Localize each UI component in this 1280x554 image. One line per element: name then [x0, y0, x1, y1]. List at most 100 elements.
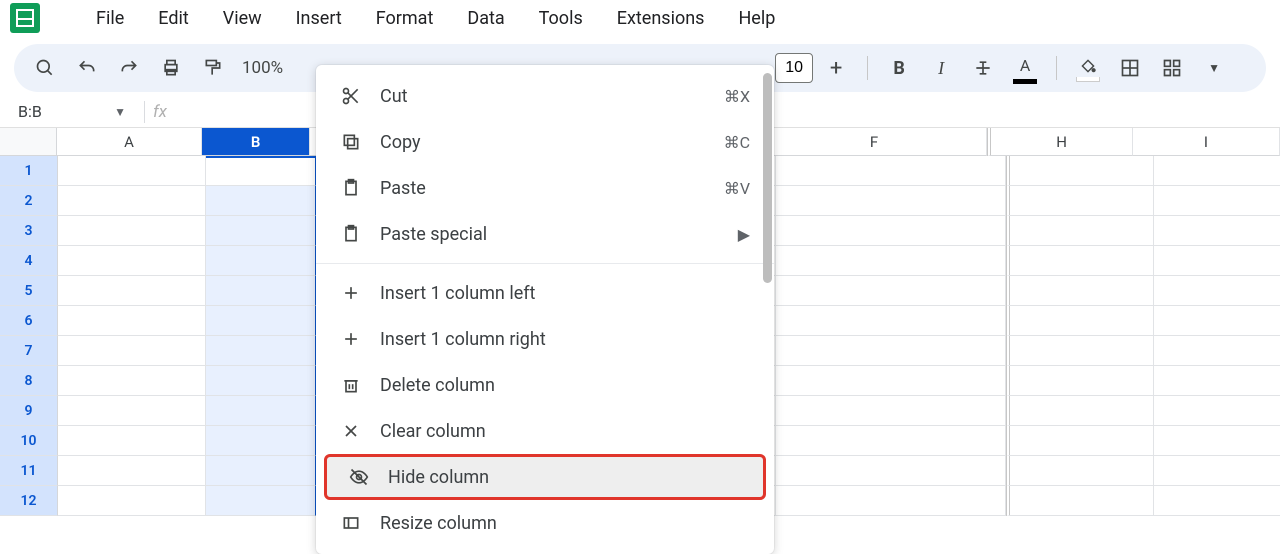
bold-button[interactable]: B [882, 51, 916, 85]
cell[interactable] [1006, 396, 1154, 426]
fontsize-increase-button[interactable]: + [819, 51, 853, 85]
cell[interactable] [1006, 306, 1154, 336]
menu-data[interactable]: Data [451, 0, 520, 37]
cell[interactable] [206, 366, 316, 396]
cell[interactable] [206, 276, 316, 306]
cell[interactable] [58, 366, 206, 396]
cell[interactable] [776, 426, 1006, 456]
ctx-paste[interactable]: Paste⌘V [316, 165, 774, 211]
cell[interactable] [1154, 366, 1280, 396]
cell[interactable] [1154, 486, 1280, 516]
cell[interactable] [776, 456, 1006, 486]
paint-format-icon[interactable] [196, 51, 230, 85]
more-dropdown-icon[interactable]: ▼ [1197, 51, 1231, 85]
text-color-button[interactable]: A [1008, 51, 1042, 85]
cell[interactable] [58, 306, 206, 336]
cell[interactable] [1154, 186, 1280, 216]
row-header[interactable]: 5 [0, 276, 58, 306]
cell[interactable] [1006, 426, 1154, 456]
zoom-select[interactable]: 100% [238, 58, 287, 78]
ctx-copy[interactable]: Copy⌘C [316, 119, 774, 165]
cell[interactable] [58, 486, 206, 516]
cell[interactable] [776, 246, 1006, 276]
undo-icon[interactable] [70, 51, 104, 85]
cell[interactable] [58, 336, 206, 366]
cell[interactable] [58, 156, 206, 186]
cell[interactable] [206, 396, 316, 426]
row-header[interactable]: 10 [0, 426, 58, 456]
cell[interactable] [1154, 336, 1280, 366]
row-header[interactable]: 9 [0, 396, 58, 426]
cell[interactable] [1006, 186, 1154, 216]
cell[interactable] [1154, 426, 1280, 456]
cell[interactable] [776, 486, 1006, 516]
row-header[interactable]: 7 [0, 336, 58, 366]
cell[interactable] [776, 156, 1006, 186]
row-header[interactable]: 11 [0, 456, 58, 486]
row-header[interactable]: 8 [0, 366, 58, 396]
cell[interactable] [1006, 366, 1154, 396]
cell[interactable] [1006, 336, 1154, 366]
fontsize-input[interactable] [775, 53, 813, 83]
cell[interactable] [206, 306, 316, 336]
row-header[interactable]: 1 [0, 156, 58, 186]
italic-button[interactable]: I [924, 51, 958, 85]
name-box[interactable]: B:B ▼ [8, 102, 136, 121]
row-header[interactable]: 3 [0, 216, 58, 246]
cell[interactable] [58, 456, 206, 486]
row-header[interactable]: 6 [0, 306, 58, 336]
cell[interactable] [776, 366, 1006, 396]
cell[interactable] [1154, 246, 1280, 276]
ctx-resize-col[interactable]: Resize column [316, 500, 774, 546]
cell[interactable] [58, 396, 206, 426]
column-header-b[interactable]: B [202, 128, 310, 156]
menu-extensions[interactable]: Extensions [601, 0, 721, 37]
ctx-insert-left[interactable]: Insert 1 column left [316, 270, 774, 316]
cell[interactable] [776, 276, 1006, 306]
ctx-insert-right[interactable]: Insert 1 column right [316, 316, 774, 362]
cell[interactable] [776, 396, 1006, 426]
column-header-f[interactable]: F [762, 128, 988, 156]
ctx-cut[interactable]: Cut⌘X [316, 73, 774, 119]
cell[interactable] [206, 426, 316, 456]
strikethrough-button[interactable] [966, 51, 1000, 85]
cell[interactable] [1154, 276, 1280, 306]
row-header[interactable]: 12 [0, 486, 58, 516]
cell[interactable] [1154, 396, 1280, 426]
cell[interactable] [58, 246, 206, 276]
cell[interactable] [1006, 486, 1154, 516]
cell[interactable] [206, 336, 316, 366]
cell[interactable] [206, 246, 316, 276]
cell[interactable] [206, 486, 316, 516]
row-header[interactable]: 4 [0, 246, 58, 276]
cell[interactable] [1006, 216, 1154, 246]
menu-insert[interactable]: Insert [280, 0, 358, 37]
menu-file[interactable]: File [80, 0, 140, 37]
cell[interactable] [1006, 246, 1154, 276]
cell[interactable] [1006, 456, 1154, 486]
cell[interactable] [58, 276, 206, 306]
search-icon[interactable] [28, 51, 62, 85]
cell[interactable] [58, 216, 206, 246]
cell[interactable] [1154, 306, 1280, 336]
cell[interactable] [1006, 156, 1154, 186]
cell[interactable] [206, 186, 316, 216]
cell[interactable] [1154, 456, 1280, 486]
borders-button[interactable] [1113, 51, 1147, 85]
column-header-i[interactable]: I [1133, 128, 1280, 156]
cell[interactable] [58, 426, 206, 456]
menu-format[interactable]: Format [360, 0, 450, 37]
cell[interactable] [206, 216, 316, 246]
cell[interactable] [776, 186, 1006, 216]
fill-color-button[interactable] [1071, 51, 1105, 85]
select-all-corner[interactable] [0, 128, 57, 156]
ctx-paste-special[interactable]: Paste special▶ [316, 211, 774, 257]
ctx-clear-col[interactable]: Clear column [316, 408, 774, 454]
cell[interactable] [58, 186, 206, 216]
ctx-delete-col[interactable]: Delete column [316, 362, 774, 408]
cell[interactable] [776, 306, 1006, 336]
column-header-h[interactable]: H [987, 128, 1132, 156]
merge-cells-button[interactable] [1155, 51, 1189, 85]
column-header-a[interactable]: A [57, 128, 202, 156]
cell[interactable] [206, 456, 316, 486]
